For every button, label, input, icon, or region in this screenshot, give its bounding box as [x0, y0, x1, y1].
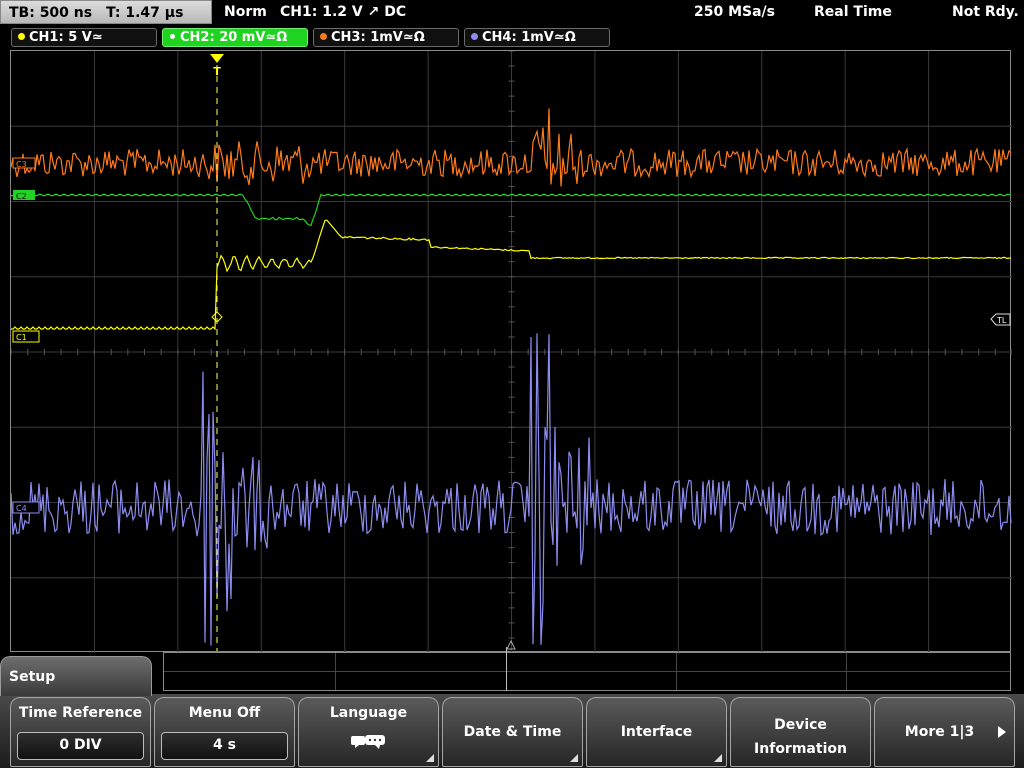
- button-label: Interface: [620, 724, 693, 740]
- graticule: [11, 51, 1012, 653]
- device-information-button[interactable]: Device Information: [730, 697, 871, 767]
- button-label-line1: Device: [774, 717, 827, 733]
- submenu-indicator-icon: [714, 754, 722, 762]
- strip-tick: [335, 653, 336, 690]
- arrow-right-icon: [998, 726, 1006, 738]
- strip-tick: [846, 653, 847, 690]
- date-time-button[interactable]: Date & Time: [442, 697, 583, 767]
- trigger-settings[interactable]: CH1: 1.2 V ↗ DC: [280, 0, 406, 24]
- button-label: Device Information: [731, 713, 870, 761]
- sample-rate: 250 MSa/s: [694, 4, 776, 20]
- channel-tab-ch2[interactable]: CH2: 20 mV≃Ω: [162, 28, 308, 47]
- channel-label: CH3: 1mV≃Ω: [331, 30, 425, 45]
- channel-label: CH1: 5 V≃: [29, 30, 103, 45]
- trigger-mode[interactable]: Norm: [224, 0, 267, 24]
- timebase-box[interactable]: TB: 500 ns T: 1.47 µs: [0, 0, 212, 24]
- ch2-offset-marker[interactable]: C2: [13, 190, 35, 201]
- submenu-indicator-icon: [426, 754, 434, 762]
- menu-title: Setup: [0, 656, 152, 696]
- ch2-dot-icon: [169, 33, 176, 40]
- button-label: Menu Off: [188, 705, 261, 721]
- strip-center-line: [506, 647, 507, 691]
- waveform-canvas[interactable]: T C3 C2 C1 C4 TL: [11, 51, 1012, 653]
- ch2-marker-label: C2: [16, 192, 27, 201]
- button-label: More 1|3: [904, 724, 975, 740]
- button-label: Date & Time: [463, 724, 562, 740]
- channel-tab-ch1[interactable]: CH1: 5 V≃: [11, 28, 157, 47]
- ch4-dot-icon: [471, 33, 478, 40]
- ch3-dot-icon: [320, 33, 327, 40]
- more-button[interactable]: More 1|3: [874, 697, 1015, 767]
- strip-tick: [676, 653, 677, 690]
- button-label: Language: [329, 705, 408, 721]
- language-button[interactable]: Language: [298, 697, 439, 767]
- strip-divider: [164, 671, 1010, 672]
- waveform-display[interactable]: T C3 C2 C1 C4 TL: [10, 50, 1012, 653]
- button-label-line2: Information: [754, 741, 847, 757]
- speech-bubbles-icon: [350, 735, 385, 749]
- trigger-time-value: T: 1.47 µs: [106, 5, 184, 21]
- ch3-offset-marker[interactable]: C3: [12, 157, 36, 169]
- button-label: Time Reference: [18, 705, 143, 721]
- ch4-marker-label: C4: [16, 504, 27, 513]
- menu-off-button[interactable]: Menu Off 4 s: [154, 697, 295, 767]
- menu-off-value: 4 s: [161, 732, 288, 760]
- timebase-value: TB: 500 ns: [9, 5, 93, 21]
- ch1-offset-marker[interactable]: C1: [12, 330, 40, 343]
- channel-label: CH4: 1mV≃Ω: [482, 30, 576, 45]
- ch1-marker-label: C1: [16, 333, 27, 342]
- trigger-marker-icon[interactable]: T: [210, 54, 224, 78]
- interface-button[interactable]: Interface: [586, 697, 727, 767]
- time-reference-value: 0 DIV: [17, 732, 144, 760]
- channel-label: CH2: 20 mV≃Ω: [180, 30, 288, 45]
- status-bar: TB: 500 ns T: 1.47 µs Norm CH1: 1.2 V ↗ D…: [0, 0, 1024, 26]
- trigger-level-marker[interactable]: TL: [990, 313, 1011, 326]
- channel-tab-ch4[interactable]: CH4: 1mV≃Ω: [464, 28, 610, 47]
- acquisition-mode: Real Time: [814, 4, 892, 20]
- submenu-indicator-icon: [570, 754, 578, 762]
- trigger-level-label: TL: [996, 316, 1007, 325]
- trigger-state: Not Rdy.: [952, 4, 1019, 20]
- channel-tab-ch3[interactable]: CH3: 1mV≃Ω: [313, 28, 459, 47]
- ch4-offset-marker[interactable]: C4: [12, 501, 40, 514]
- ch1-dot-icon: [18, 33, 25, 40]
- time-reference-button[interactable]: Time Reference 0 DIV: [10, 697, 151, 767]
- ch3-marker-label: C3: [16, 160, 27, 169]
- timeline-strip[interactable]: [163, 647, 1011, 691]
- trigger-marker-label: T: [213, 65, 221, 78]
